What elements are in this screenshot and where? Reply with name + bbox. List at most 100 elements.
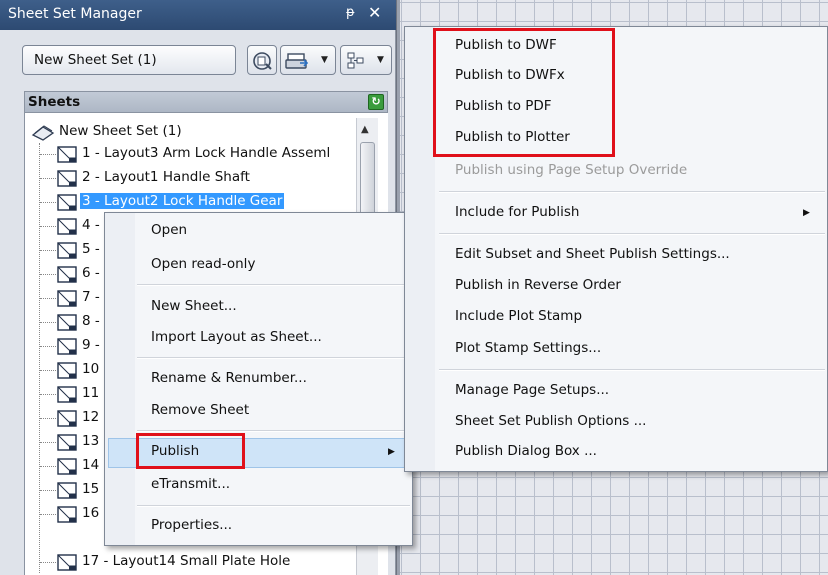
menu-separator <box>439 191 825 193</box>
chevron-down-icon: ▼ <box>321 55 328 65</box>
menu-separator <box>439 233 825 235</box>
publish-targets-highlight-box <box>433 28 615 157</box>
tree-connector <box>40 514 56 515</box>
sheet-label: 17 - Layout14 Small Plate Hole <box>82 553 291 569</box>
menu-gutter <box>105 213 135 545</box>
sheet-label: 15 <box>82 481 100 497</box>
tree-connector <box>40 490 56 491</box>
sheet-label: 8 - <box>82 313 100 329</box>
chevron-down-icon: ▼ <box>377 55 384 65</box>
sheet-icon <box>57 218 77 235</box>
tree-connector <box>40 250 56 251</box>
close-icon[interactable]: ✕ <box>368 3 381 22</box>
menu-item-properties[interactable]: Properties... <box>151 517 232 533</box>
palette-title: Sheet Set Manager <box>8 6 142 22</box>
menu-item-rename-renumber[interactable]: Rename & Renumber... <box>151 370 307 386</box>
menu-item-reverse-order[interactable]: Publish in Reverse Order <box>455 277 621 293</box>
sheet-view-button[interactable]: ▼ <box>340 45 392 75</box>
sheet-label: 16 <box>82 505 100 521</box>
sheet-label: 10 <box>82 361 100 377</box>
sheet-view-icon <box>347 52 364 69</box>
sheet-icon <box>57 434 77 451</box>
sheet-label: 2 - Layout1 Handle Shaft <box>82 169 250 185</box>
palette-toolbar: New Sheet Set (1) ▼ ▼ <box>0 30 396 86</box>
sheet-icon <box>57 266 77 283</box>
sheet-tree-row[interactable]: 17 - Layout14 Small Plate Hole <box>40 551 385 573</box>
tree-connector <box>40 562 56 563</box>
sheet-context-menu: Open Open read-only New Sheet... Import … <box>104 212 413 546</box>
sheets-section-header: Sheets ↻ <box>24 91 388 113</box>
tree-connector <box>40 442 56 443</box>
scrollbar-thumb[interactable] <box>360 142 375 222</box>
tree-connector <box>40 394 56 395</box>
tree-connector <box>40 418 56 419</box>
scroll-up-icon[interactable]: ▲ <box>361 124 369 135</box>
sheet-icon <box>57 290 77 307</box>
publish-submenu: Publish to DWF Publish to DWFx Publish t… <box>404 26 828 472</box>
tree-connector <box>40 178 56 179</box>
menu-item-include-for-publish[interactable]: Include for Publish <box>455 204 579 220</box>
menu-item-edit-subset-settings[interactable]: Edit Subset and Sheet Publish Settings..… <box>455 246 730 262</box>
sheet-tree-row[interactable]: 1 - Layout3 Arm Lock Handle Asseml <box>40 143 385 165</box>
sheet-label: 11 <box>82 385 100 401</box>
menu-separator <box>137 430 410 432</box>
sheet-tree-row[interactable]: 3 - Layout2 Lock Handle Gear <box>40 191 385 213</box>
sheet-icon <box>57 314 77 331</box>
sheet-set-details-icon <box>253 52 272 70</box>
menu-item-new-sheet[interactable]: New Sheet... <box>151 298 237 314</box>
sheet-label: 6 - <box>82 265 100 281</box>
menu-separator <box>137 357 410 359</box>
tree-root-label: New Sheet Set (1) <box>59 123 182 139</box>
sheets-header-label: Sheets <box>28 94 81 110</box>
menu-item-plot-stamp-settings[interactable]: Plot Stamp Settings... <box>455 340 601 356</box>
menu-item-publish-dialog-box[interactable]: Publish Dialog Box ... <box>455 443 597 459</box>
tree-connector <box>40 322 56 323</box>
tree-connector <box>40 274 56 275</box>
sheet-icon <box>57 362 77 379</box>
pin-icon[interactable]: ᵽ <box>346 5 355 20</box>
menu-separator <box>439 369 825 371</box>
sheet-label: 12 <box>82 409 100 425</box>
palette-title-bar[interactable]: Sheet Set Manager ᵽ ✕ <box>0 0 396 30</box>
sheet-set-select[interactable]: New Sheet Set (1) <box>22 45 236 75</box>
sheet-icon <box>57 554 77 571</box>
sheet-icon <box>57 194 77 211</box>
submenu-arrow-icon: ▶ <box>388 447 395 457</box>
sheet-icon <box>57 386 77 403</box>
sheet-label: 9 - <box>82 337 100 353</box>
sheet-label: 3 - Layout2 Lock Handle Gear <box>80 193 285 209</box>
sheet-icon <box>57 506 77 523</box>
publish-highlight-box <box>136 433 245 469</box>
menu-item-remove-sheet[interactable]: Remove Sheet <box>151 402 249 418</box>
menu-item-open-read-only[interactable]: Open read-only <box>151 256 255 272</box>
publish-icon <box>285 53 309 69</box>
sheet-tree-row[interactable]: 2 - Layout1 Handle Shaft <box>40 167 385 189</box>
menu-item-manage-page-setups[interactable]: Manage Page Setups... <box>455 382 609 398</box>
menu-item-import-layout[interactable]: Import Layout as Sheet... <box>151 329 322 345</box>
sheet-icon <box>57 458 77 475</box>
tree-connector <box>40 226 56 227</box>
tree-connector <box>40 202 56 203</box>
menu-item-include-plot-stamp[interactable]: Include Plot Stamp <box>455 308 582 324</box>
publish-button[interactable]: ▼ <box>280 45 336 75</box>
sheet-icon <box>57 170 77 187</box>
sheet-icon <box>57 338 77 355</box>
submenu-arrow-icon: ▶ <box>803 208 810 218</box>
sheet-set-details-button[interactable] <box>247 45 277 75</box>
menu-item-open[interactable]: Open <box>151 222 187 238</box>
menu-separator <box>137 284 410 286</box>
sheet-set-icon <box>31 125 55 141</box>
menu-item-publish-options[interactable]: Sheet Set Publish Options ... <box>455 413 646 429</box>
tree-connector <box>40 298 56 299</box>
sheet-label: 5 - <box>82 241 100 257</box>
sheet-label: 4 - <box>82 217 100 233</box>
sheet-label: 14 <box>82 457 100 473</box>
tree-connector <box>40 154 56 155</box>
tree-connector <box>40 346 56 347</box>
menu-item-etransmit[interactable]: eTransmit... <box>151 476 230 492</box>
sheet-icon <box>57 242 77 259</box>
refresh-icon[interactable]: ↻ <box>368 94 384 110</box>
menu-gutter <box>405 27 435 471</box>
menu-separator <box>137 505 410 507</box>
sheet-label: 7 - <box>82 289 100 305</box>
